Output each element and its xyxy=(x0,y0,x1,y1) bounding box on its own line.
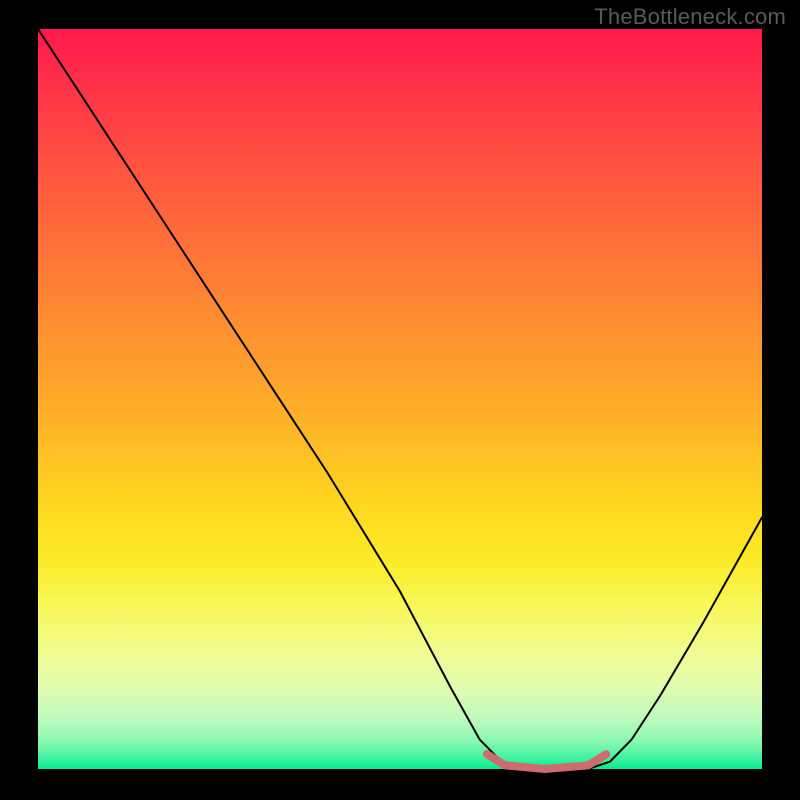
chart-container: TheBottleneck.com xyxy=(0,0,800,800)
plot-area xyxy=(38,29,762,769)
watermark-text: TheBottleneck.com xyxy=(594,4,786,30)
curve-line xyxy=(38,29,762,769)
flat-segment-marker xyxy=(487,754,606,769)
chart-svg xyxy=(38,29,762,769)
